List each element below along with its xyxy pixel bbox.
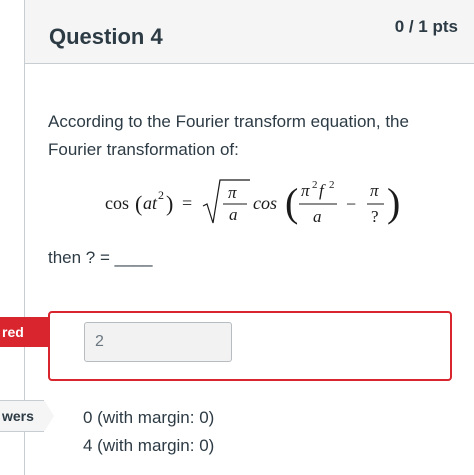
eq-sqrt-den: a — [229, 205, 238, 224]
eq-frac1-den: a — [313, 207, 322, 226]
answered-flag: red — [0, 317, 58, 347]
eq-big-rparen: ) — [387, 180, 400, 225]
correct-answer-item: 0 (with margin: 0) — [83, 408, 215, 427]
eq-lhs-var: at — [143, 193, 158, 213]
eq-lhs-func: cos — [105, 193, 129, 213]
correct-answer-item: 4 (with margin: 0) — [83, 436, 215, 455]
question-points: 0 / 1 pts — [394, 17, 458, 36]
eq-lhs-exp: 2 — [158, 188, 164, 202]
answer-box — [48, 311, 452, 381]
question-title: Question 4 — [49, 24, 163, 49]
sqrt-sign — [202, 179, 250, 224]
eq-sqrt-num: π — [228, 183, 237, 202]
correct-answers-flag-label: wers — [2, 408, 34, 424]
eq-frac2-num: π — [370, 181, 379, 200]
equation: cos ( at 2 ) = π a cos ( π 2 f 2 a − π ?… — [105, 168, 405, 238]
answered-flag-label: red — [2, 324, 24, 340]
eq-frac2-den: ? — [371, 207, 379, 226]
eq-frac1-exp2: 2 — [329, 179, 335, 191]
correct-answers-flag: wers — [0, 400, 54, 432]
eq-equals: = — [182, 193, 192, 213]
correct-answers-list: 0 (with margin: 0) 4 (with margin: 0) — [83, 404, 214, 460]
eq-rparen: ) — [166, 191, 173, 216]
eq-minus: − — [346, 194, 356, 214]
eq-frac1-base: π — [301, 181, 310, 200]
quiz-page: Question 4 0 / 1 pts According to the Fo… — [0, 0, 474, 475]
eq-frac1-var: f — [319, 181, 326, 200]
question-prompt: then ? = ____ — [48, 248, 153, 267]
question-text: According to the Fourier transform equat… — [48, 112, 409, 159]
eq-frac1-exp1: 2 — [312, 179, 318, 191]
eq-lparen: ( — [135, 191, 142, 216]
question-header: Question 4 0 / 1 pts — [25, 0, 474, 64]
eq-rhs-func: cos — [253, 193, 277, 213]
answer-input[interactable] — [84, 322, 232, 362]
eq-big-lparen: ( — [285, 180, 298, 225]
